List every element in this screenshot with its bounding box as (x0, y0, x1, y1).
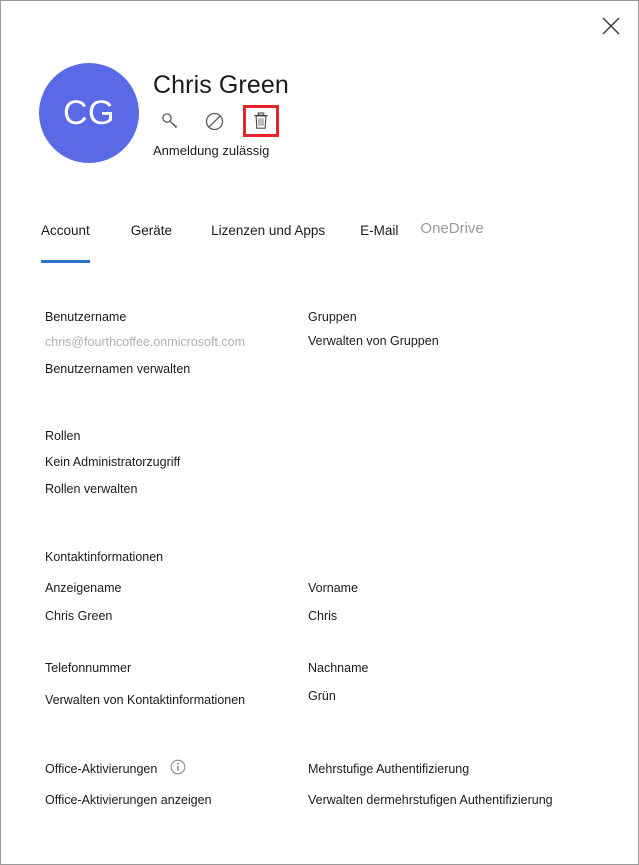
tab-active-indicator (41, 260, 90, 263)
tab-geraete-label: Geräte (130, 223, 173, 238)
tab-onedrive[interactable]: OneDrive (420, 220, 483, 241)
displayname-value: Chris Green (45, 609, 113, 623)
trash-icon (254, 112, 268, 129)
avatar: CG (39, 63, 139, 163)
status-badge: Anmeldung zulässig (153, 143, 270, 158)
avatar-initials: CG (63, 93, 115, 132)
user-header: CG Chris Green Anmeldung zulässig (39, 63, 599, 173)
user-details-panel: CG Chris Green Anmeldung zulässig Accoun… (0, 0, 639, 865)
reset-password-button[interactable] (153, 105, 187, 137)
delete-user-button[interactable] (243, 105, 279, 137)
mfa-label: Mehrstufige Authentifizierung (308, 762, 470, 776)
block-signin-button[interactable] (197, 105, 231, 137)
tab-lizenzen-und-apps[interactable]: Lizenzen und Apps (211, 223, 325, 242)
key-icon (162, 113, 178, 128)
username-value: chris@fourthcoffee.onmicrosoft.com (45, 335, 246, 349)
tab-account-label: Account (41, 223, 90, 238)
tab-bar: Account Geräte Lizenzen und Apps E-Mail … (41, 220, 484, 263)
groups-label: Gruppen (308, 310, 357, 324)
close-icon (602, 17, 620, 35)
block-icon (205, 112, 223, 130)
roles-label: Rollen (45, 429, 81, 443)
firstname-label: Vorname (308, 581, 359, 595)
office-activations-label: Office-Aktivierungen (45, 762, 158, 776)
user-action-toolbar (153, 105, 279, 137)
lastname-value: Grün (308, 689, 336, 703)
roles-value: Kein Administratorzugriff (45, 455, 181, 469)
manage-mfa-link[interactable]: Verwalten dermehrstufigen Authentifizier… (308, 793, 553, 808)
lastname-label: Nachname (308, 661, 369, 675)
tab-email[interactable]: E-Mail (360, 223, 398, 242)
manage-username-link[interactable]: Benutzernamen verwalten (45, 362, 190, 377)
page-title: Chris Green (153, 71, 289, 99)
tab-lizenzen-und-apps-label: Lizenzen und Apps (211, 223, 326, 238)
show-office-activations-link[interactable]: Office-Aktivierungen anzeigen (45, 793, 212, 808)
info-icon (170, 759, 186, 775)
username-label: Benutzername (45, 310, 127, 324)
phone-label: Telefonnummer (45, 661, 132, 675)
tab-onedrive-label: OneDrive (420, 220, 484, 237)
office-activations-info-button[interactable] (170, 759, 186, 775)
manage-groups-link[interactable]: Verwalten von Gruppen (308, 334, 439, 349)
displayname-label: Anzeigename (45, 581, 122, 595)
close-button[interactable] (594, 9, 628, 43)
contact-info-heading: Kontaktinformationen (45, 550, 164, 564)
manage-roles-link[interactable]: Rollen verwalten (45, 482, 137, 497)
manage-contact-info-link[interactable]: Verwalten von Kontaktinformationen (45, 693, 245, 708)
firstname-value: Chris (308, 609, 338, 623)
tab-geraete[interactable]: Geräte (131, 223, 172, 242)
tab-account[interactable]: Account (41, 223, 90, 263)
tab-email-label: E-Mail (360, 223, 399, 238)
